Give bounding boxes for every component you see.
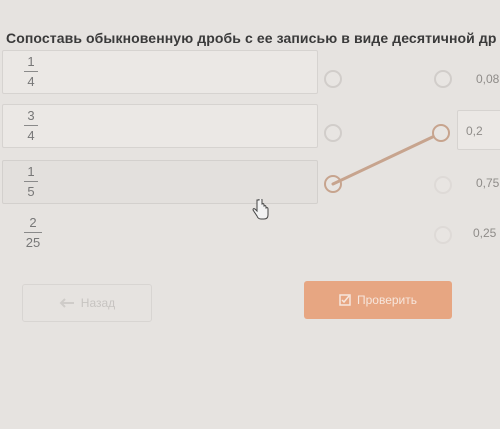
right-item-0-08[interactable]: 0,08 xyxy=(453,58,500,98)
check-button-label: Проверить xyxy=(356,293,417,307)
decimal-value: 0,25 xyxy=(473,226,497,240)
decimal-value: 0,2 xyxy=(466,124,483,138)
arrow-left-icon xyxy=(59,298,74,308)
check-square-icon xyxy=(339,294,351,306)
connector-line xyxy=(331,131,443,186)
right-item-0-25[interactable]: 0,25 xyxy=(450,212,500,252)
right-handle-1[interactable] xyxy=(434,70,452,88)
check-button[interactable]: Проверить xyxy=(304,281,452,319)
back-button[interactable]: Назад xyxy=(22,284,152,322)
hand-cursor-icon xyxy=(252,199,269,220)
decimal-value: 0,08 xyxy=(476,72,500,86)
decimal-value: 0,75 xyxy=(476,176,500,190)
right-item-0-75[interactable]: 0,75 xyxy=(453,162,500,202)
right-handle-2[interactable] xyxy=(432,124,450,142)
right-handle-3[interactable] xyxy=(434,176,452,194)
back-button-label: Назад xyxy=(80,296,116,310)
right-item-0-2[interactable]: 0,2 xyxy=(457,110,500,150)
